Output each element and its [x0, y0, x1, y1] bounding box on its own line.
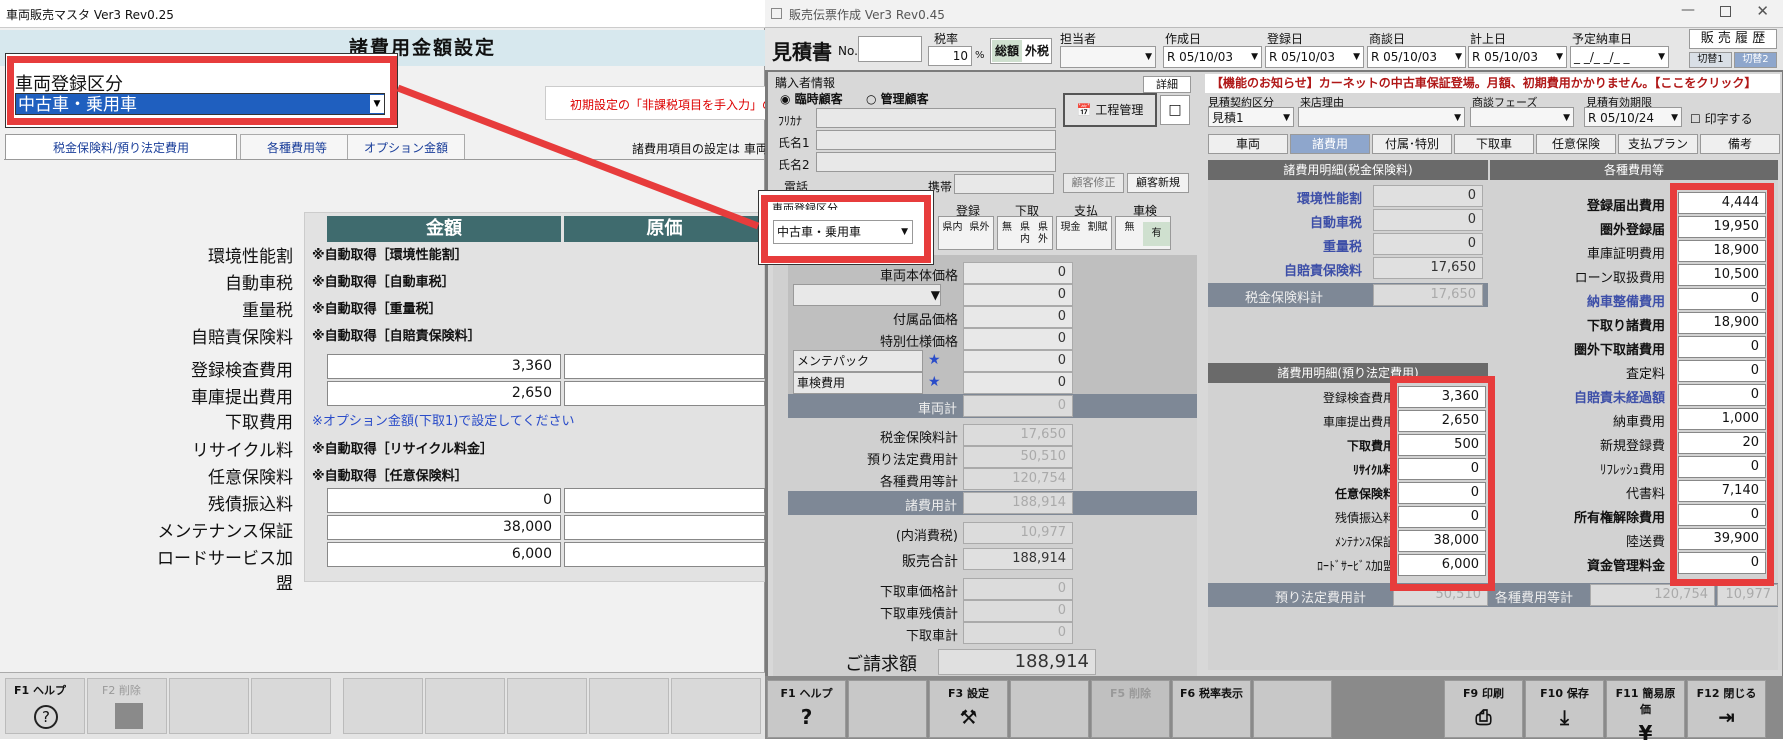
connector-arrow	[396, 84, 760, 230]
